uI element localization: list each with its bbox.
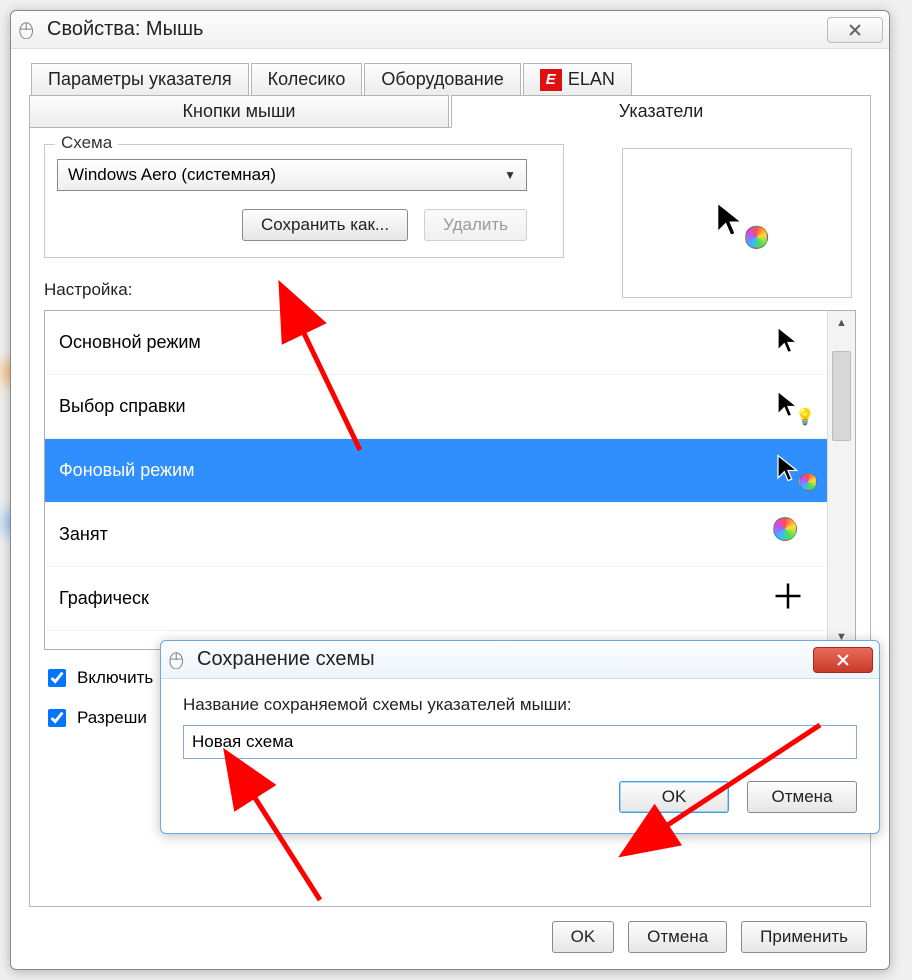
- mouse-icon: [167, 651, 189, 669]
- scroll-up-icon[interactable]: ▲: [828, 311, 855, 335]
- close-button[interactable]: [813, 647, 873, 673]
- delete-button: Удалить: [424, 209, 527, 241]
- scheme-name-input[interactable]: [183, 725, 857, 759]
- close-icon: [835, 653, 851, 667]
- tabs-row-lower: Кнопки мыши Указатели: [29, 95, 871, 128]
- cross-cursor-icon: [773, 581, 803, 611]
- bulb-icon: 💡: [795, 407, 815, 427]
- dialog-buttons: OK Отмена Применить: [552, 921, 867, 953]
- tab-elan[interactable]: EELAN: [523, 63, 632, 96]
- list-item[interactable]: Графическ: [45, 567, 827, 631]
- tabs-row-upper: Параметры указателя Колесико Оборудовани…: [31, 63, 871, 96]
- checkbox-input[interactable]: [48, 669, 66, 687]
- checkbox-input[interactable]: [48, 709, 66, 727]
- scheme-name-label: Название сохраняемой схемы указателей мы…: [183, 695, 857, 715]
- save-as-button[interactable]: Сохранить как...: [242, 209, 408, 241]
- close-button[interactable]: [827, 17, 883, 43]
- cursor-listbox[interactable]: Основной режим Выбор справки 💡 Фоновый р…: [44, 310, 856, 650]
- chevron-down-icon: ▼: [504, 168, 516, 182]
- list-item[interactable]: Занят: [45, 503, 827, 567]
- busy-wheel-icon: [773, 517, 797, 541]
- scheme-legend: Схема: [55, 133, 118, 153]
- scheme-group: Схема Windows Aero (системная) ▼ Сохрани…: [44, 144, 564, 258]
- busy-wheel-icon: [799, 473, 817, 491]
- mouse-icon: [17, 21, 39, 39]
- apply-button[interactable]: Применить: [741, 921, 867, 953]
- tab-buttons[interactable]: Кнопки мыши: [29, 95, 449, 128]
- list-item[interactable]: Выбор справки 💡: [45, 375, 827, 439]
- save-scheme-dialog: Сохранение схемы Название сохраняемой сх…: [160, 640, 880, 834]
- titlebar[interactable]: Сохранение схемы: [161, 641, 879, 679]
- scheme-combobox[interactable]: Windows Aero (системная) ▼: [57, 159, 527, 191]
- list-item-selected[interactable]: Фоновый режим: [45, 439, 827, 503]
- cancel-button[interactable]: Отмена: [747, 781, 857, 813]
- window-title: Свойства: Мышь: [47, 18, 203, 41]
- arrow-cursor-icon: [711, 200, 750, 239]
- scrollbar[interactable]: ▲ ▼: [827, 311, 855, 649]
- cancel-button[interactable]: Отмена: [628, 921, 727, 953]
- tab-wheel[interactable]: Колесико: [251, 63, 363, 96]
- busy-wheel-icon: [745, 226, 768, 249]
- cursor-preview: [622, 148, 852, 298]
- ok-button[interactable]: OK: [552, 921, 615, 953]
- dialog-title: Сохранение схемы: [197, 648, 375, 671]
- list-item[interactable]: Основной режим: [45, 311, 827, 375]
- ok-button[interactable]: OK: [619, 781, 729, 813]
- tab-pointers[interactable]: Указатели: [451, 95, 871, 128]
- close-icon: [847, 23, 863, 37]
- scheme-selected: Windows Aero (системная): [68, 165, 276, 185]
- scroll-thumb[interactable]: [832, 351, 851, 441]
- tab-hardware[interactable]: Оборудование: [364, 63, 520, 96]
- titlebar[interactable]: Свойства: Мышь: [11, 11, 889, 49]
- elan-icon: E: [540, 69, 562, 91]
- tab-pointer-params[interactable]: Параметры указателя: [31, 63, 249, 96]
- arrow-cursor-icon: [773, 325, 803, 355]
